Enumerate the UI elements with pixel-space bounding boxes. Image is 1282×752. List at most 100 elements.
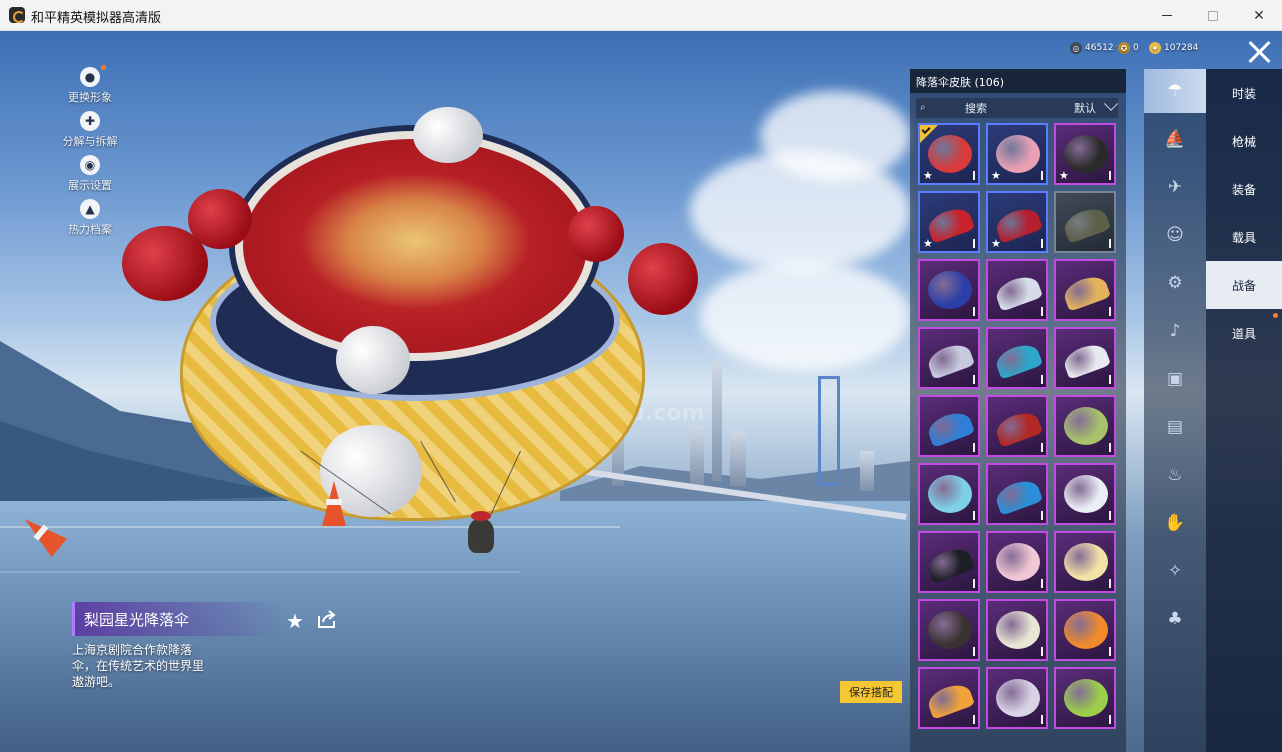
skin-item[interactable] <box>1054 259 1116 321</box>
parachute-thumbnail <box>928 611 972 649</box>
skin-item[interactable] <box>1054 463 1116 525</box>
menu-item-display-settings[interactable]: ◉ 展示设置 <box>58 155 122 193</box>
menu-item-label: 分解与拆解 <box>62 135 118 148</box>
quantity-marker <box>973 715 975 724</box>
plane-icon: ✈ <box>1167 177 1183 197</box>
favorite-star-button[interactable]: ★ <box>286 609 304 633</box>
skin-item[interactable] <box>986 599 1048 661</box>
flame-icon: ▲ <box>80 199 100 219</box>
skin-item[interactable]: ★ <box>918 123 980 185</box>
parachute-preview[interactable] <box>122 101 698 521</box>
tab-item[interactable]: 枪械 <box>1206 117 1282 165</box>
search-icon: ⌕ <box>920 102 926 113</box>
menu-item-label: 展示设置 <box>68 179 112 192</box>
category-hand[interactable]: ✋ <box>1144 501 1206 545</box>
menu-item-decompose[interactable]: ✚ 分解与拆解 <box>58 111 122 149</box>
skin-item[interactable] <box>1054 599 1116 661</box>
skin-item[interactable] <box>918 395 980 457</box>
category-plane[interactable]: ✈ <box>1144 165 1206 209</box>
save-outfit-button[interactable]: 保存搭配 <box>840 681 902 703</box>
category-sparkle-wand[interactable]: ✧ <box>1144 549 1206 593</box>
maximize-button[interactable] <box>1190 0 1236 31</box>
star-icon: ★ <box>991 169 1001 182</box>
minimize-button[interactable] <box>1144 0 1190 31</box>
gold-coin-icon: ✦ <box>1149 42 1161 54</box>
pom-pom <box>628 243 698 315</box>
sparkle-wand-icon: ✧ <box>1167 561 1183 581</box>
skin-item[interactable] <box>918 599 980 661</box>
quantity-marker <box>1041 239 1043 248</box>
parachute-thumbnail <box>1064 407 1108 445</box>
skin-item[interactable]: ★ <box>986 123 1048 185</box>
currency-value: 0 <box>1133 43 1139 53</box>
skin-grid: ★ ★ ★ ★ ★ <box>918 123 1120 752</box>
category-spray[interactable]: ♨ <box>1144 453 1206 497</box>
left-menu: ● 更换形象 ✚ 分解与拆解 ◉ 展示设置 ▲ 热力档案 <box>58 65 122 243</box>
tab-item[interactable]: 载具 <box>1206 213 1282 261</box>
skin-item[interactable] <box>986 667 1048 729</box>
item-name: 梨园星光降落伞 <box>84 611 190 629</box>
chevron-down-icon <box>1103 96 1119 111</box>
menu-item-heat-archive[interactable]: ▲ 热力档案 <box>58 199 122 237</box>
quantity-marker <box>973 171 975 180</box>
tab-item[interactable]: 道具 <box>1206 309 1282 357</box>
category-robot[interactable]: ⚙ <box>1144 261 1206 305</box>
skin-item[interactable] <box>986 395 1048 457</box>
menu-item-change-appearance[interactable]: ● 更换形象 <box>58 65 122 105</box>
sort-dropdown[interactable]: 默认 <box>1060 96 1119 118</box>
cloud <box>760 91 910 181</box>
share-icon[interactable] <box>316 608 338 630</box>
skin-item[interactable] <box>986 463 1048 525</box>
close-screen-button[interactable] <box>1242 36 1276 70</box>
skin-item[interactable]: ★ <box>1054 123 1116 185</box>
quantity-marker <box>1041 375 1043 384</box>
skin-item[interactable] <box>918 667 980 729</box>
skin-item[interactable] <box>1054 395 1116 457</box>
item-description: 上海京剧院合作款降落伞，在传统艺术的世界里遨游吧。 <box>72 643 205 689</box>
star-icon: ★ <box>923 237 933 250</box>
skin-item[interactable] <box>918 531 980 593</box>
tab-item[interactable]: 时装 <box>1206 69 1282 117</box>
skin-item[interactable] <box>1054 667 1116 729</box>
skin-item[interactable] <box>918 327 980 389</box>
skin-item[interactable] <box>986 531 1048 593</box>
parachute-thumbnail <box>996 135 1040 173</box>
category-emote-face[interactable]: ☺ <box>1144 213 1206 257</box>
notification-dot <box>1273 313 1278 318</box>
close-icon: ✕ <box>1253 7 1265 24</box>
horizon-line <box>0 526 620 528</box>
skin-item[interactable] <box>1054 327 1116 389</box>
skin-item[interactable]: ★ <box>918 191 980 253</box>
parachute-thumbnail <box>1064 475 1108 513</box>
parachute-thumbnail <box>928 475 972 513</box>
quantity-marker <box>1109 443 1111 452</box>
category-parachute[interactable]: ☂ <box>1144 69 1206 113</box>
parachute-thumbnail <box>1064 135 1108 173</box>
tab-item[interactable]: 战备 <box>1206 261 1282 309</box>
player-backpack <box>468 511 494 553</box>
parachute-thumbnail <box>1064 679 1108 717</box>
category-picture[interactable]: ▤ <box>1144 405 1206 449</box>
category-bird[interactable]: ♣ <box>1144 597 1206 641</box>
search-placeholder: 搜索 <box>965 102 987 115</box>
parachute-thumbnail <box>996 611 1040 649</box>
skin-item[interactable] <box>1054 531 1116 593</box>
skin-item[interactable]: ★ <box>986 191 1048 253</box>
category-speaker[interactable]: ♪ <box>1144 309 1206 353</box>
tab-item[interactable]: 装备 <box>1206 165 1282 213</box>
pom-pom <box>336 326 410 394</box>
parachute-thumbnail <box>996 543 1040 581</box>
category-pet[interactable]: ▣ <box>1144 357 1206 401</box>
skin-item[interactable] <box>1054 191 1116 253</box>
skin-item[interactable] <box>986 259 1048 321</box>
tab-label: 战备 <box>1231 278 1256 293</box>
skin-item[interactable] <box>918 463 980 525</box>
window-close-button[interactable]: ✕ <box>1236 0 1282 31</box>
panel-title: 降落伞皮肤 (106) <box>916 76 1005 89</box>
quantity-marker <box>1041 443 1043 452</box>
skin-item[interactable] <box>918 259 980 321</box>
tab-label: 道具 <box>1231 326 1256 341</box>
category-boat[interactable]: ⛵ <box>1144 117 1206 161</box>
search-input[interactable]: ⌕ 搜索 <box>916 98 1060 118</box>
skin-item[interactable] <box>986 327 1048 389</box>
